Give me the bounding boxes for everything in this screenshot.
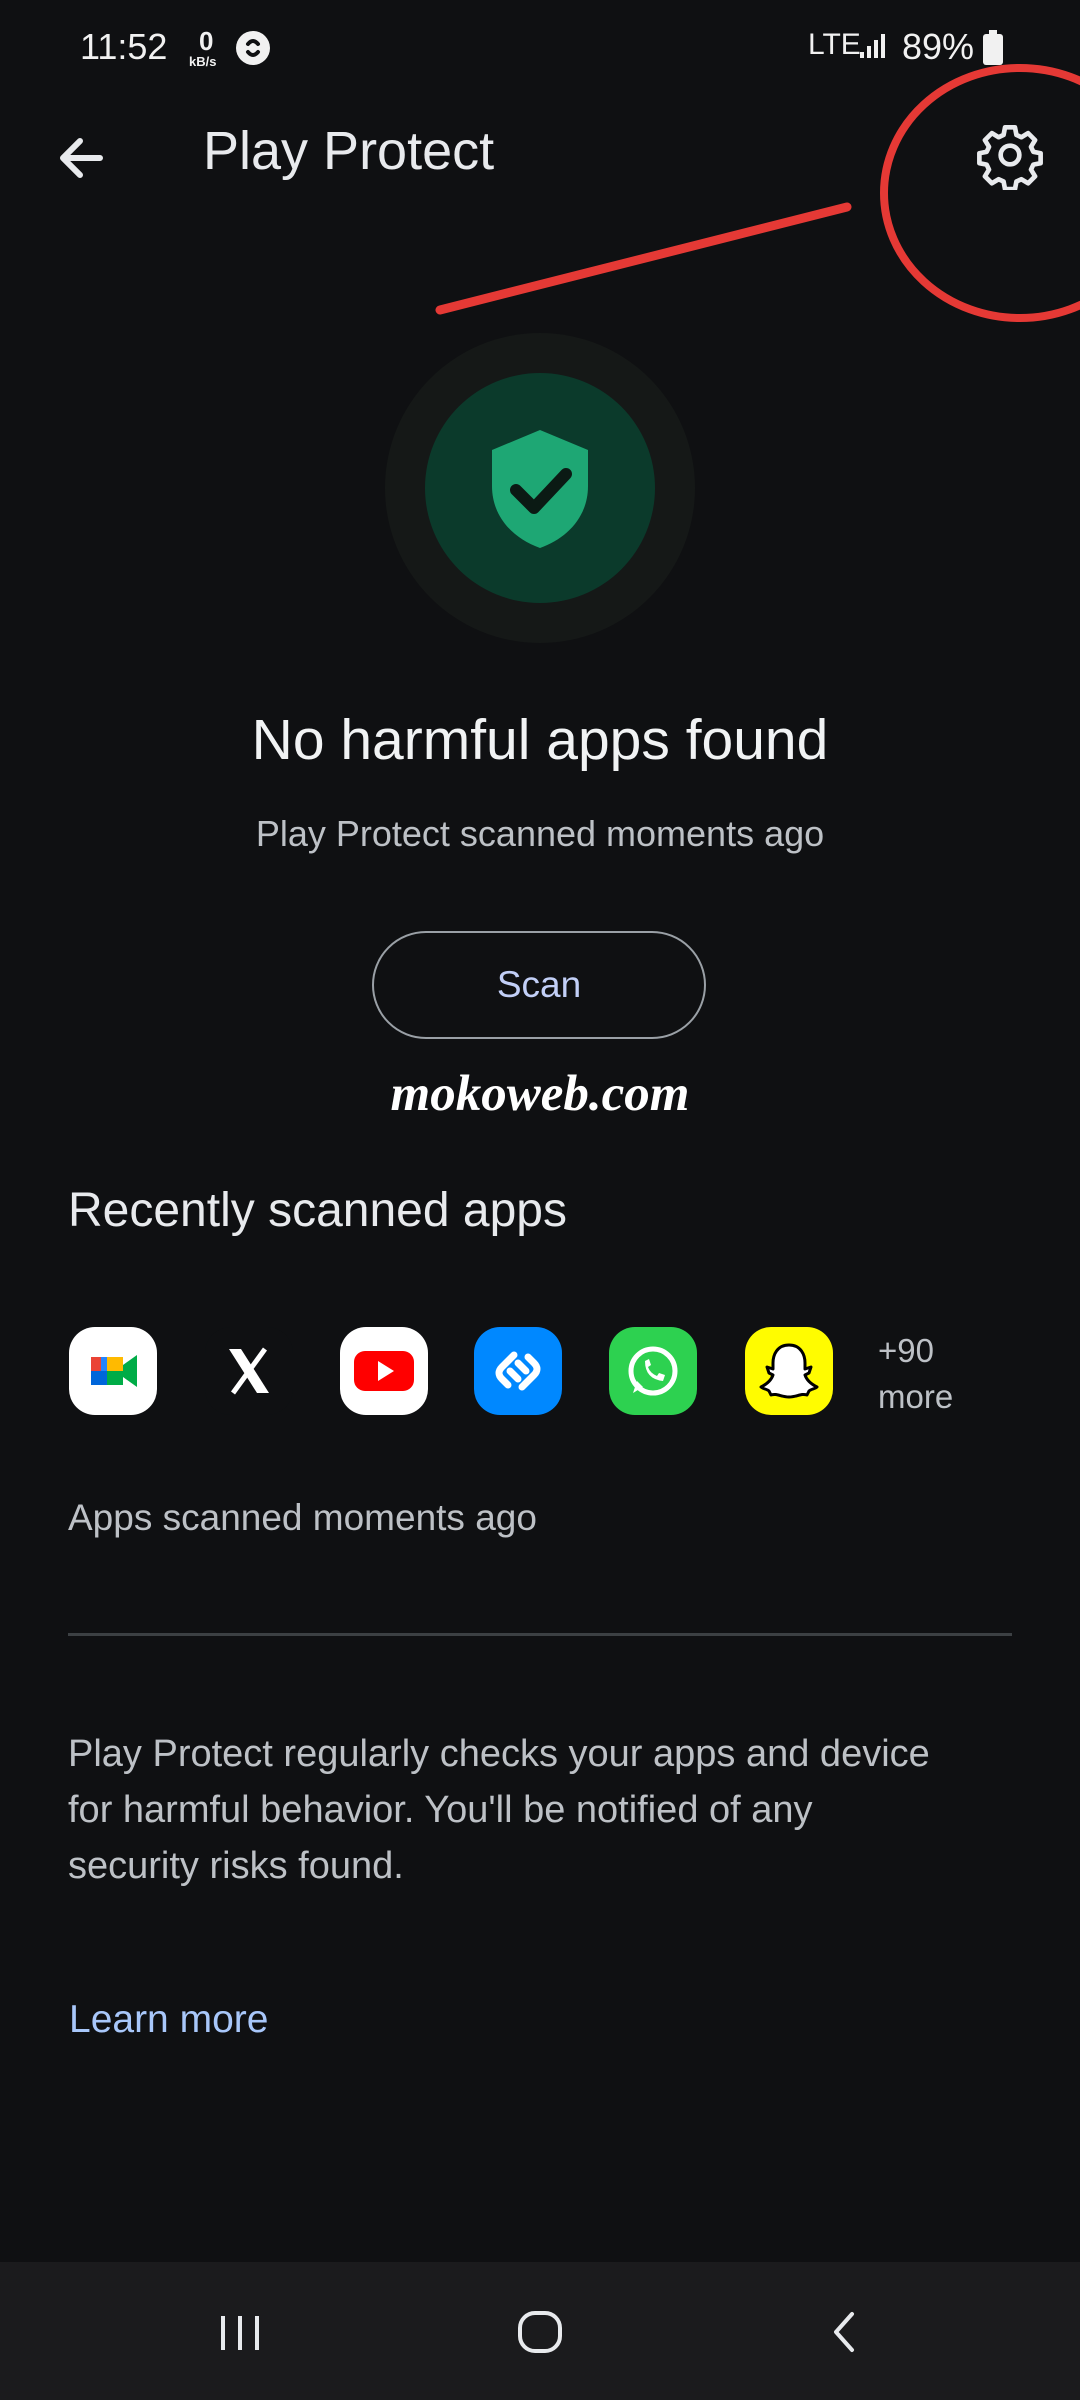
info-line-2: for harmful behavior. You'll be notified… <box>68 1789 813 1831</box>
net-speed-value: 0 <box>199 26 214 56</box>
recent-apps-icon <box>221 2316 259 2350</box>
info-line-1: Play Protect regularly checks your apps … <box>68 1733 930 1775</box>
nav-back-button[interactable] <box>810 2302 880 2362</box>
navigation-bar <box>0 2262 1080 2400</box>
scan-button[interactable]: Scan <box>372 931 706 1039</box>
watermark: mokoweb.com <box>390 1066 690 1122</box>
annotation-highlight <box>435 64 1080 322</box>
info-text: Play Protect regularly checks your apps … <box>68 1726 930 1894</box>
net-speed-unit: kB/s <box>189 54 217 69</box>
learn-more-link[interactable]: Learn more <box>69 1998 268 2042</box>
shazam-icon <box>474 1327 562 1415</box>
youtube-icon <box>340 1327 428 1415</box>
status-subtext: Play Protect scanned moments ago <box>255 813 825 854</box>
nav-back-icon <box>834 2312 854 2352</box>
status-headline: No harmful apps found <box>251 708 829 772</box>
clock: 11:52 <box>80 26 168 67</box>
arrow-back-icon <box>60 138 103 178</box>
recent-apps-button[interactable] <box>205 2302 275 2362</box>
snapchat-icon <box>745 1327 833 1415</box>
more-apps-text: more <box>878 1378 954 1415</box>
x-icon <box>205 1327 293 1415</box>
home-button[interactable] <box>505 2302 575 2362</box>
shazam-status-icon <box>235 30 271 71</box>
whatsapp-icon <box>609 1327 697 1415</box>
back-button[interactable] <box>48 125 114 191</box>
recent-apps-title: Recently scanned apps <box>68 1184 567 1237</box>
info-line-3: security risks found. <box>68 1845 404 1887</box>
apps-scanned-text: Apps scanned moments ago <box>68 1497 537 1538</box>
home-icon <box>518 2311 562 2353</box>
shield-check-icon <box>492 430 588 548</box>
divider <box>68 1633 1012 1636</box>
google-meet-icon <box>69 1327 157 1415</box>
more-apps-label: +90 more <box>878 1328 953 1420</box>
more-apps-count: +90 <box>878 1332 934 1369</box>
